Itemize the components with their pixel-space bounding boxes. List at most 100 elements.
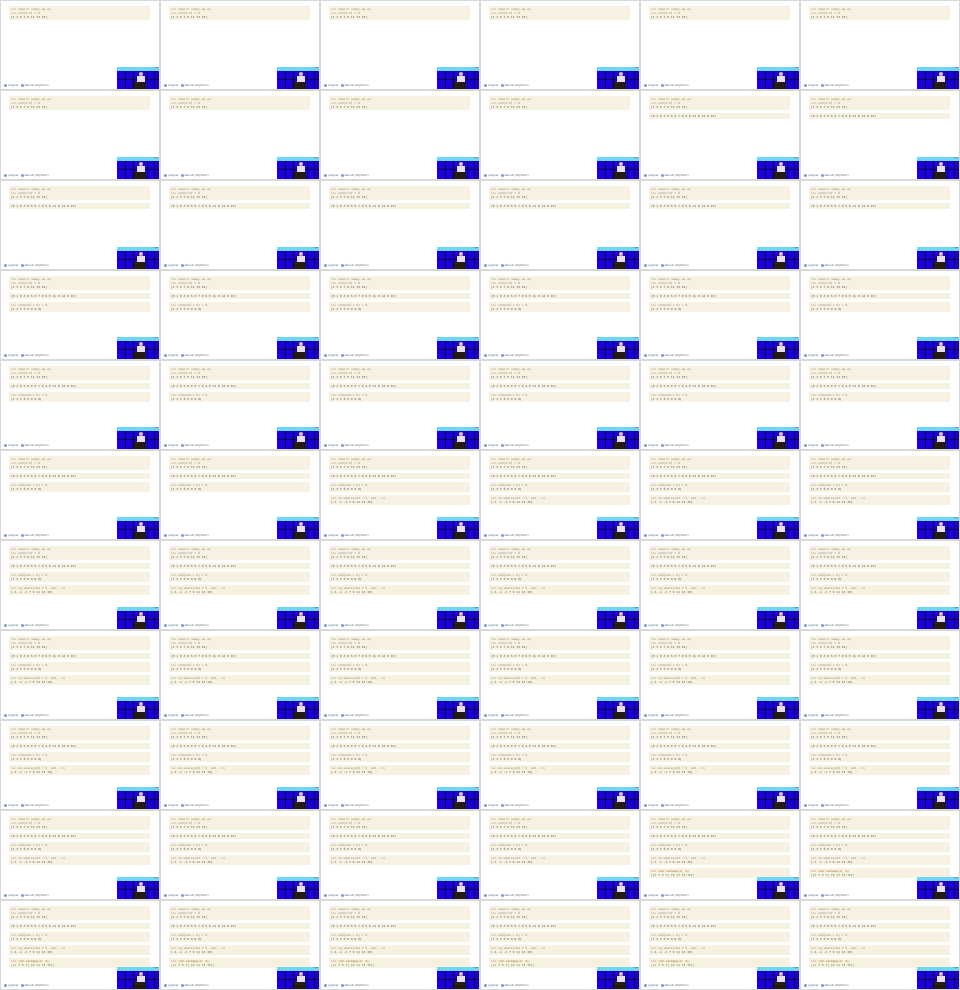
frame-footer: jupyter Kernel (IPython): [4, 713, 49, 717]
frame-thumbnail[interactable]: >>> import numpy as np >>> odd[1:3] = 0 [1…: [480, 360, 640, 450]
frame-thumbnail[interactable]: >>> import numpy as np >>> odd[1:3] = 0 [1…: [480, 90, 640, 180]
jupyter-icon: [804, 263, 807, 267]
video-label: LIVE: [633, 247, 638, 249]
frame-thumbnail[interactable]: >>> import numpy as np >>> odd[1:3] = 0 [1…: [800, 270, 960, 360]
notebook-content: >>> import numpy as np >>> odd[1:3] = 0 [1…: [329, 726, 470, 778]
code-line: [1 3 5 0 0 0 0 0]: [811, 667, 842, 671]
frame-thumbnail[interactable]: >>> import numpy as np >>> odd[1:3] = 0 [1…: [0, 0, 160, 90]
frame-thumbnail[interactable]: >>> import numpy as np >>> odd[1:3] = 0 [1…: [0, 90, 160, 180]
frame-thumbnail[interactable]: >>> import numpy as np >>> odd[1:3] = 0 [1…: [320, 0, 480, 90]
frame-thumbnail[interactable]: >>> import numpy as np >>> odd[1:3] = 0 [1…: [160, 0, 320, 90]
frame-thumbnail[interactable]: >>> import numpy as np >>> odd[1:3] = 0 [1…: [320, 630, 480, 720]
frame-thumbnail[interactable]: >>> import numpy as np >>> odd[1:3] = 0 [1…: [0, 180, 160, 270]
video-label: LIVE: [633, 157, 638, 159]
frame-thumbnail[interactable]: >>> import numpy as np >>> odd[1:3] = 0 [1…: [640, 450, 800, 540]
frame-thumbnail[interactable]: >>> import numpy as np >>> odd[1:3] = 0 [1…: [640, 630, 800, 720]
frame-thumbnail[interactable]: >>> import numpy as np >>> odd[1:3] = 0 [1…: [480, 540, 640, 630]
frame-thumbnail[interactable]: >>> import numpy as np >>> odd[1:3] = 0 [1…: [160, 90, 320, 180]
podium: [934, 892, 946, 899]
frame-thumbnail[interactable]: >>> import numpy as np >>> odd[1:3] = 0 [1…: [0, 720, 160, 810]
frame-thumbnail[interactable]: >>> import numpy as np >>> odd[1:3] = 0 [1…: [320, 540, 480, 630]
frame-thumbnail[interactable]: >>> import numpy as np >>> odd[1:3] = 0 [1…: [640, 270, 800, 360]
code-line: [0 1 0 3 0 5 0 7 0 9 0 11 0 13 0 15]: [331, 564, 397, 568]
frame-thumbnail[interactable]: >>> import numpy as np >>> odd[1:3] = 0 [1…: [0, 900, 160, 990]
notebook-content: >>> import numpy as np >>> odd[1:3] = 0 [1…: [169, 726, 310, 778]
code-cell: >>> import numpy as np >>> odd[1:3] = 0 [1…: [9, 726, 150, 740]
code-cell: >>> odd[odd > 5] = 0 [1 3 5 0 0 0 0 0]: [489, 302, 630, 312]
code-cell: >>> import numpy as np >>> odd[1:3] = 0 [1…: [9, 906, 150, 920]
frame-thumbnail[interactable]: >>> import numpy as np >>> odd[1:3] = 0 [1…: [640, 720, 800, 810]
frame-thumbnail[interactable]: >>> import numpy as np >>> odd[1:3] = 0 [1…: [640, 180, 800, 270]
frame-thumbnail[interactable]: >>> import numpy as np >>> odd[1:3] = 0 [1…: [0, 270, 160, 360]
frame-thumbnail[interactable]: >>> import numpy as np >>> odd[1:3] = 0 [1…: [320, 450, 480, 540]
footer-right-label: Kernel (IPython): [184, 353, 209, 357]
frame-thumbnail[interactable]: >>> import numpy as np >>> odd[1:3] = 0 [1…: [800, 630, 960, 720]
frame-thumbnail[interactable]: >>> import numpy as np >>> odd[1:3] = 0 [1…: [320, 720, 480, 810]
kernel-icon: [180, 533, 184, 537]
frame-thumbnail[interactable]: >>> import numpy as np >>> odd[1:3] = 0 [1…: [0, 540, 160, 630]
frame-thumbnail[interactable]: >>> import numpy as np >>> odd[1:3] = 0 [1…: [480, 180, 640, 270]
kernel-icon: [180, 173, 184, 177]
speaker-video: LIVE: [757, 337, 799, 359]
frame-thumbnail[interactable]: >>> import numpy as np >>> odd[1:3] = 0 [1…: [480, 270, 640, 360]
frame-thumbnail[interactable]: >>> import numpy as np >>> odd[1:3] = 0 [1…: [320, 270, 480, 360]
code-cell: >>> odd[odd > 5] = 0 [1 3 5 0 0 0 0 0]: [809, 752, 950, 762]
frame-thumbnail[interactable]: >>> import numpy as np >>> odd[1:3] = 0 [1…: [800, 0, 960, 90]
frame-thumbnail[interactable]: >>> import numpy as np >>> odd[1:3] = 0 [1…: [0, 810, 160, 900]
frame-thumbnail[interactable]: >>> import numpy as np >>> odd[1:3] = 0 [1…: [640, 360, 800, 450]
frame-thumbnail[interactable]: >>> import numpy as np >>> odd[1:3] = 0 [1…: [160, 180, 320, 270]
code-line: [0 1 0 3 0 5 0 7 0 9 0 11 0 13 0 15]: [811, 834, 877, 838]
jupyter-icon: [644, 173, 647, 177]
frame-thumbnail[interactable]: >>> import numpy as np >>> odd[1:3] = 0 [1…: [480, 900, 640, 990]
code-cell: >>> odd[odd > 5] = 0 [1 3 5 0 0 0 0 0]: [649, 392, 790, 402]
frame-thumbnail[interactable]: >>> import numpy as np >>> odd[1:3] = 0 [1…: [320, 360, 480, 450]
code-cell: >>> import numpy as np >>> odd[1:3] = 0 [1…: [329, 546, 470, 560]
code-cell: >>> import numpy as np >>> odd[1:3] = 0 [1…: [329, 456, 470, 470]
frame-thumbnail[interactable]: >>> import numpy as np >>> odd[1:3] = 0 [1…: [0, 630, 160, 720]
frame-thumbnail[interactable]: >>> import numpy as np >>> odd[1:3] = 0 [1…: [160, 540, 320, 630]
frame-thumbnail[interactable]: >>> import numpy as np >>> odd[1:3] = 0 [1…: [640, 810, 800, 900]
frame-thumbnail[interactable]: >>> import numpy as np >>> odd[1:3] = 0 [1…: [320, 900, 480, 990]
frame-thumbnail[interactable]: >>> import numpy as np >>> odd[1:3] = 0 [1…: [320, 810, 480, 900]
frame-thumbnail[interactable]: >>> import numpy as np >>> odd[1:3] = 0 [1…: [160, 450, 320, 540]
frame-thumbnail[interactable]: >>> import numpy as np >>> odd[1:3] = 0 [1…: [480, 630, 640, 720]
code-cell: >>> odd[odd > 5] = 0 [1 3 5 0 0 0 0 0]: [649, 572, 790, 582]
frame-thumbnail[interactable]: >>> import numpy as np >>> odd[1:3] = 0 [1…: [800, 90, 960, 180]
frame-thumbnail[interactable]: >>> import numpy as np >>> odd[1:3] = 0 [1…: [800, 360, 960, 450]
frame-thumbnail[interactable]: >>> import numpy as np >>> odd[1:3] = 0 [1…: [0, 450, 160, 540]
frame-thumbnail[interactable]: >>> import numpy as np >>> odd[1:3] = 0 [1…: [800, 810, 960, 900]
frame-thumbnail[interactable]: >>> import numpy as np >>> odd[1:3] = 0 [1…: [800, 720, 960, 810]
podium: [934, 622, 946, 629]
code-line: [0 1 0 3 0 5 0 7 0 9 0 11 0 13 0 15]: [171, 294, 237, 298]
frame-thumbnail[interactable]: >>> import numpy as np >>> odd[1:3] = 0 [1…: [640, 0, 800, 90]
frame-thumbnail[interactable]: >>> import numpy as np >>> odd[1:3] = 0 [1…: [640, 540, 800, 630]
frame-thumbnail[interactable]: >>> import numpy as np >>> odd[1:3] = 0 [1…: [480, 810, 640, 900]
frame-thumbnail[interactable]: >>> import numpy as np >>> odd[1:3] = 0 [1…: [160, 810, 320, 900]
code-cell: [0 1 0 3 0 5 0 7 0 9 0 11 0 13 0 15]: [9, 203, 150, 209]
frame-thumbnail[interactable]: >>> import numpy as np >>> odd[1:3] = 0 [1…: [160, 630, 320, 720]
frame-thumbnail[interactable]: >>> import numpy as np >>> odd[1:3] = 0 [1…: [480, 0, 640, 90]
frame-thumbnail[interactable]: >>> import numpy as np >>> odd[1:3] = 0 [1…: [640, 90, 800, 180]
kernel-icon: [20, 533, 24, 537]
code-cell: >>> import numpy as np >>> odd[1:3] = 0 [1…: [649, 186, 790, 200]
frame-thumbnail[interactable]: >>> import numpy as np >>> odd[1:3] = 0 [1…: [800, 900, 960, 990]
frame-thumbnail[interactable]: >>> import numpy as np >>> odd[1:3] = 0 [1…: [160, 720, 320, 810]
frame-thumbnail[interactable]: >>> import numpy as np >>> odd[1:3] = 0 [1…: [800, 180, 960, 270]
code-line: [1 3 5 0 0 0 0 0]: [651, 487, 682, 491]
frame-thumbnail[interactable]: >>> import numpy as np >>> odd[1:3] = 0 [1…: [0, 360, 160, 450]
notebook-content: >>> import numpy as np >>> odd[1:3] = 0 [1…: [169, 366, 310, 405]
speaker-video: LIVE: [277, 787, 319, 809]
code-line: [1 3 5 7 9 11 13 15]: [11, 645, 48, 649]
frame-thumbnail[interactable]: >>> import numpy as np >>> odd[1:3] = 0 [1…: [320, 180, 480, 270]
frame-thumbnail[interactable]: >>> import numpy as np >>> odd[1:3] = 0 [1…: [480, 450, 640, 540]
code-line: [0 1 0 3 0 5 0 7 0 9 0 11 0 13 0 15]: [491, 834, 557, 838]
frame-thumbnail[interactable]: >>> import numpy as np >>> odd[1:3] = 0 [1…: [320, 90, 480, 180]
frame-thumbnail[interactable]: >>> import numpy as np >>> odd[1:3] = 0 [1…: [800, 540, 960, 630]
code-line: [0 1 0 3 0 5 0 7 0 9 0 11 0 13 0 15]: [331, 294, 397, 298]
frame-thumbnail[interactable]: >>> import numpy as np >>> odd[1:3] = 0 [1…: [160, 270, 320, 360]
frame-thumbnail[interactable]: >>> import numpy as np >>> odd[1:3] = 0 [1…: [480, 720, 640, 810]
frame-thumbnail[interactable]: >>> import numpy as np >>> odd[1:3] = 0 [1…: [640, 900, 800, 990]
frame-thumbnail[interactable]: >>> import numpy as np >>> odd[1:3] = 0 [1…: [800, 450, 960, 540]
frame-thumbnail[interactable]: >>> import numpy as np >>> odd[1:3] = 0 [1…: [160, 360, 320, 450]
frame-thumbnail[interactable]: >>> import numpy as np >>> odd[1:3] = 0 [1…: [160, 900, 320, 990]
